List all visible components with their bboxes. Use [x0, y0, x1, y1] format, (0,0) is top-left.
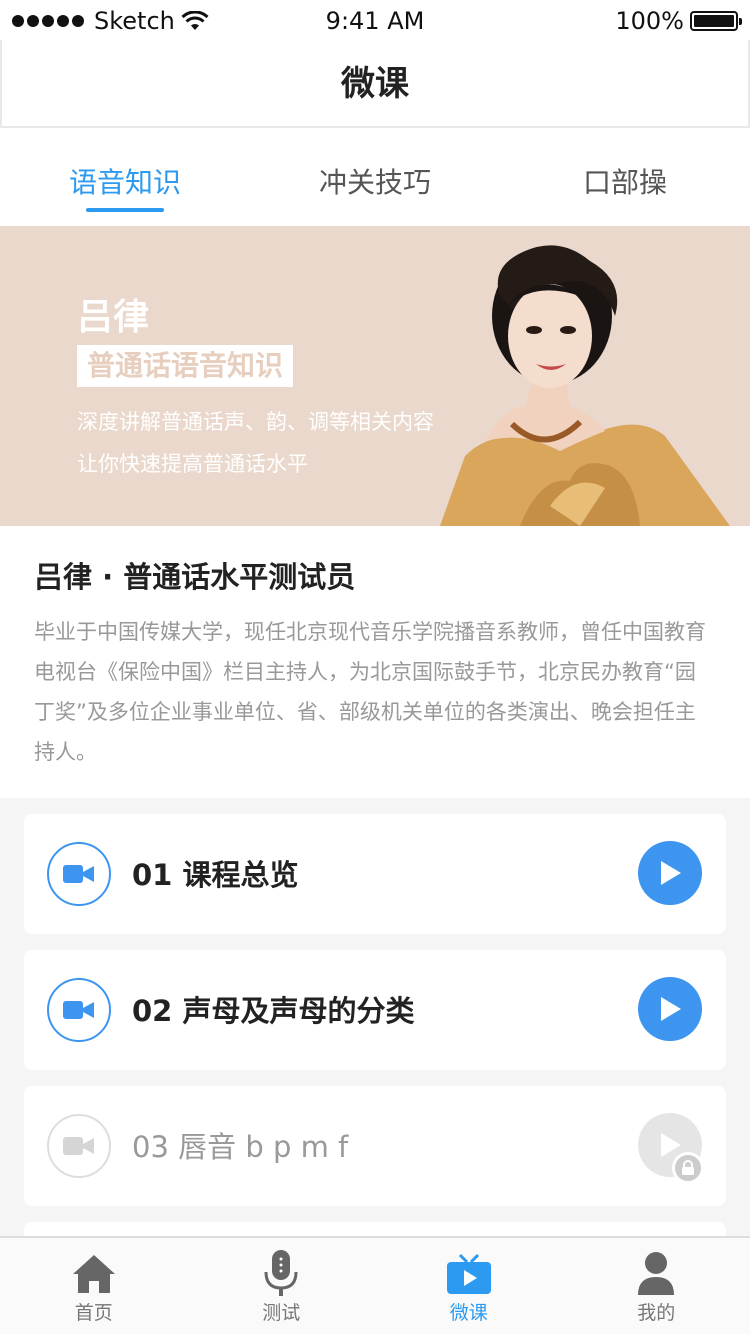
course-banner[interactable]: 吕律 普通话语音知识 深度讲解普通话声、韵、调等相关内容 让你快速提高普通话水平 [0, 226, 750, 526]
video-camera-icon [47, 842, 111, 906]
bottom-tab-bar: 首页 测试 微课 我的 [0, 1236, 750, 1334]
lesson-title: 03 唇音 b p m f [132, 1130, 349, 1164]
tabbar-item-microcourse[interactable]: 微课 [375, 1238, 563, 1334]
category-tabs: 语音知识 冲关技巧 口部操 [0, 128, 750, 226]
lesson-card-partial[interactable] [24, 1222, 726, 1236]
play-icon [661, 997, 681, 1021]
tabbar-label: 测试 [262, 1302, 301, 1324]
banner-teacher-name: 吕律 [77, 297, 150, 338]
tabbar-label: 我的 [637, 1302, 676, 1324]
banner-course-tag: 普通话语音知识 [77, 345, 294, 387]
status-bar: Sketch 9:41 AM 100% [0, 0, 750, 40]
person-icon [632, 1250, 680, 1298]
tab-tips[interactable]: 冲关技巧 [250, 128, 500, 226]
banner-description-line1: 深度讲解普通话声、韵、调等相关内容 [77, 410, 434, 434]
tabbar-label: 微课 [449, 1302, 488, 1324]
lesson-card-locked[interactable]: 03 唇音 b p m f [24, 1086, 726, 1206]
play-button[interactable] [638, 977, 702, 1041]
lesson-card[interactable]: 02 声母及声母的分类 [24, 950, 726, 1070]
intro-body: 毕业于中国传媒大学，现任北京现代音乐学院播音系教师，曾任中国教育电视台《保险中国… [34, 620, 706, 764]
tabbar-label: 首页 [74, 1302, 113, 1324]
video-camera-icon [47, 1114, 111, 1178]
tabbar-item-home[interactable]: 首页 [0, 1238, 188, 1334]
video-camera-icon [47, 978, 111, 1042]
lesson-list: 01 课程总览 02 声母及声母的分类 03 唇音 b p m f [0, 798, 750, 1236]
teacher-intro: 吕律 · 普通话水平测试员 毕业于中国传媒大学，现任北京现代音乐学院播音系教师，… [0, 526, 750, 798]
status-right: 100% [615, 7, 742, 35]
tv-icon [445, 1250, 493, 1298]
intro-title: 吕律 · 普通话水平测试员 [34, 560, 356, 594]
tab-phonetics[interactable]: 语音知识 [0, 128, 250, 226]
microphone-icon [257, 1250, 305, 1298]
battery-icon [690, 11, 742, 31]
tab-mouth-exercise[interactable]: 口部操 [500, 128, 750, 226]
battery-percent: 100% [615, 7, 684, 35]
lesson-title: 02 声母及声母的分类 [132, 994, 415, 1028]
play-button[interactable] [638, 841, 702, 905]
lock-icon [672, 1152, 704, 1184]
banner-description-line2: 让你快速提高普通话水平 [77, 452, 308, 476]
tabbar-item-test[interactable]: 测试 [188, 1238, 376, 1334]
page-title: 微课 [341, 64, 409, 104]
lesson-card[interactable]: 01 课程总览 [24, 814, 726, 934]
teacher-portrait [440, 245, 730, 526]
home-icon [70, 1250, 118, 1298]
lesson-title: 01 课程总览 [132, 858, 299, 892]
navigation-bar: 微课 [0, 40, 750, 128]
play-icon [661, 861, 681, 885]
tabbar-item-mine[interactable]: 我的 [563, 1238, 750, 1334]
